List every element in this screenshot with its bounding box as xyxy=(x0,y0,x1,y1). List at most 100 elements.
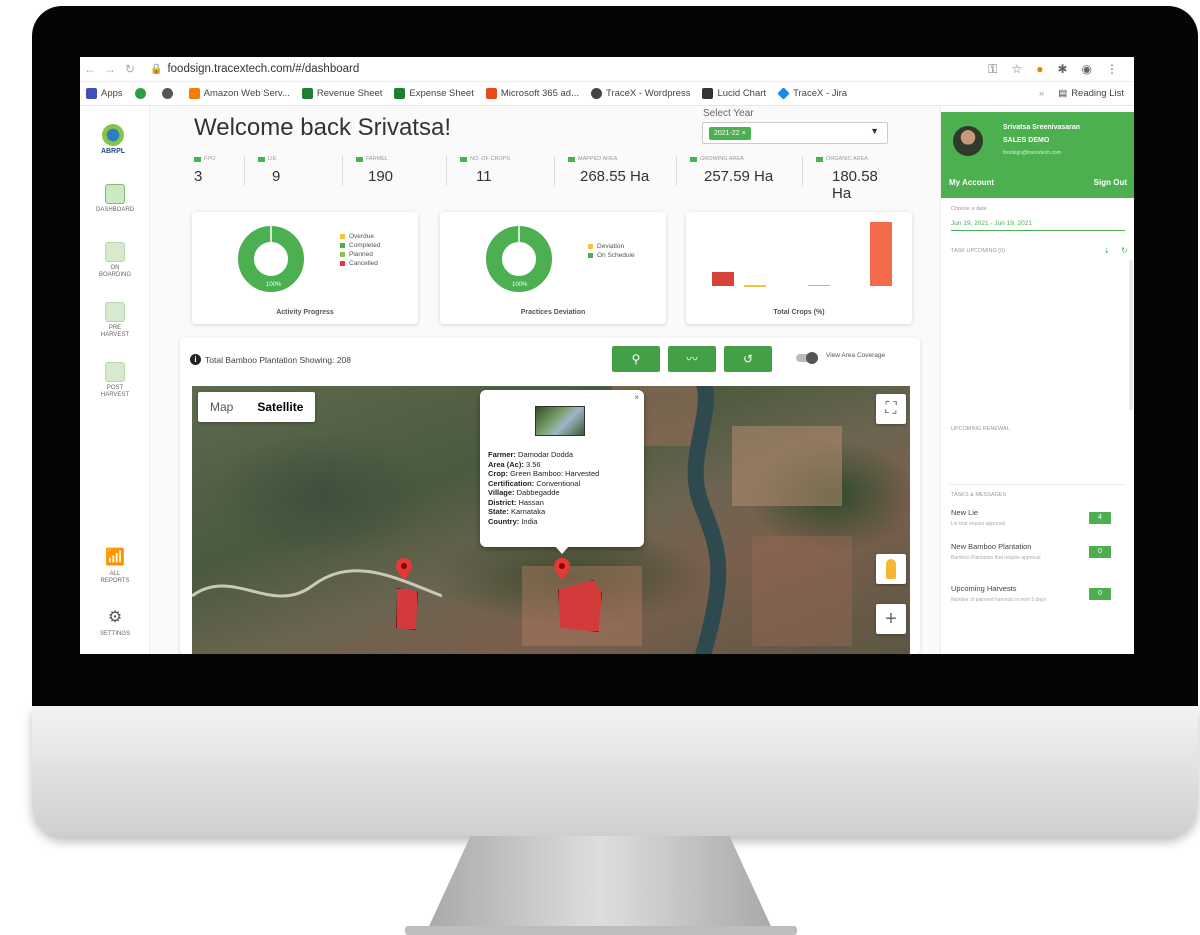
year-chip[interactable]: 2021-22 × xyxy=(709,127,751,140)
popup-area: Area (Ac): 3.56 xyxy=(488,459,541,469)
bookmark-green[interactable] xyxy=(134,88,150,99)
bookmark-ms365[interactable]: Microsoft 365 ad... xyxy=(485,88,579,99)
map-type-satellite[interactable]: Satellite xyxy=(245,392,315,422)
chart-button[interactable]: 〰 xyxy=(668,346,716,372)
bookmark-wordpress[interactable]: TraceX - Wordpress xyxy=(591,88,690,99)
bookmark-globe[interactable] xyxy=(161,88,177,99)
profile-icon[interactable]: ◉ xyxy=(1082,62,1092,77)
stat-value: 190 xyxy=(368,168,394,185)
farm-field xyxy=(732,426,842,506)
stat-fpo[interactable]: FPO 3 xyxy=(194,156,215,196)
legend-item: Planned xyxy=(340,250,380,259)
count-badge[interactable]: 0 xyxy=(1089,588,1111,600)
stat-value: 180.58 Ha xyxy=(832,168,878,202)
plantation-plot[interactable] xyxy=(558,580,602,632)
popup-village: Village: Dabbegadde xyxy=(488,488,560,497)
map-pin-icon[interactable] xyxy=(396,558,412,580)
date-range-input[interactable]: Jun 19, 2021 - Jun 19, 2021 xyxy=(951,220,1125,231)
scrollbar[interactable] xyxy=(1129,260,1133,410)
bookmark-apps[interactable]: Apps xyxy=(86,88,123,99)
stat-lie[interactable]: LIE 9 xyxy=(244,156,281,196)
history-button[interactable]: ↺ xyxy=(724,346,772,372)
task-new-lie[interactable]: New Lie xyxy=(951,508,978,517)
sidebar-item-onboarding[interactable]: ON BOARDING xyxy=(80,242,150,279)
zoom-in-button[interactable]: + xyxy=(876,604,906,634)
sidebar-item-label: SETTINGS xyxy=(99,631,130,637)
legend-swatch xyxy=(340,243,345,248)
satellite-map[interactable]: Map Satellite ⛶ + × Farmer: Damodar Dodd… xyxy=(192,386,910,654)
avatar[interactable] xyxy=(953,126,983,156)
sidebar-item-post-harvest[interactable]: POST HARVEST xyxy=(80,362,150,399)
legend-item: Overdue xyxy=(340,232,380,241)
sidebar-item-settings[interactable]: ⚙ SETTINGS xyxy=(80,608,150,638)
pegman-icon[interactable] xyxy=(876,554,906,584)
plantation-plot[interactable] xyxy=(396,588,418,630)
download-icon[interactable]: ⤓ xyxy=(1105,246,1109,256)
menu-icon[interactable]: ⋮ xyxy=(1106,62,1118,77)
key-icon[interactable]: ⚿ xyxy=(988,62,997,77)
stat-mapped-area[interactable]: MAPPED AREA 268.55 Ha xyxy=(554,156,649,196)
task-sub: Bamboo Plantation that require approval xyxy=(951,555,1041,561)
area-coverage-toggle[interactable] xyxy=(796,352,818,364)
legend-item: Cancelled xyxy=(340,259,380,268)
sidebar-item-pre-harvest[interactable]: PRE HARVEST xyxy=(80,302,150,339)
stat-farmer[interactable]: FARMEL 190 xyxy=(342,156,394,196)
map-section: i Total Bamboo Plantation Showing: 208 ⚲… xyxy=(180,338,920,654)
card-title: Activity Progress xyxy=(276,309,334,316)
green-circle-icon xyxy=(134,88,146,99)
chart-line-icon: 〰 xyxy=(685,352,698,366)
popup-district: District: Hassan xyxy=(488,497,544,507)
sidebar-item-all-reports[interactable]: 📶 ALL REPORTS xyxy=(80,548,150,585)
my-account-link[interactable]: My Account xyxy=(949,178,994,187)
extension-icon[interactable]: ● xyxy=(1036,62,1043,77)
reload-icon[interactable]: ↻ xyxy=(120,62,140,76)
back-icon[interactable]: ← xyxy=(80,62,100,76)
jira-icon xyxy=(777,87,790,100)
search-button[interactable]: ⚲ xyxy=(612,346,660,372)
sign-out-link[interactable]: Sign Out xyxy=(1094,178,1127,187)
bookmark-expense[interactable]: Expense Sheet xyxy=(394,88,474,99)
stat-value: 9 xyxy=(272,168,281,185)
refresh-icon[interactable]: ↻ xyxy=(1121,246,1128,255)
count-badge[interactable]: 4 xyxy=(1089,512,1111,524)
total-crops-card[interactable]: Total Crops (%) xyxy=(686,212,912,324)
extension-icons: ⚿ ☆ ● ✱ ◉ ⋮ xyxy=(988,62,1118,77)
close-icon[interactable]: × xyxy=(634,393,639,403)
fullscreen-button[interactable]: ⛶ xyxy=(876,394,906,424)
task-upcoming-harvests[interactable]: Upcoming Harvests xyxy=(951,584,1016,593)
monitor-stand xyxy=(425,836,775,935)
address-bar: ← → ↻ 🔒 foodsign.tracextech.com/#/dashboa… xyxy=(80,57,1134,82)
bookmark-revenue[interactable]: Revenue Sheet xyxy=(301,88,382,99)
forward-icon[interactable]: → xyxy=(100,62,120,76)
star-icon[interactable]: ☆ xyxy=(1011,62,1022,77)
practices-deviation-card[interactable]: 100% Deviation On Schedule Practices Dev… xyxy=(440,212,666,324)
bookmark-lucid[interactable]: Lucid Chart xyxy=(702,88,766,99)
year-select[interactable]: 2021-22 × ▼ xyxy=(702,122,888,144)
map-type-map[interactable]: Map xyxy=(198,392,245,422)
profile-header: Srivatsa Sreenivasaran SALES DEMO foodsi… xyxy=(941,112,1134,198)
url-field[interactable]: 🔒 foodsign.tracextech.com/#/dashboard xyxy=(150,63,359,75)
count-badge[interactable]: 0 xyxy=(1089,546,1111,558)
reading-list[interactable]: » ▤ Reading List xyxy=(1039,88,1124,99)
stat-icon xyxy=(460,156,467,162)
bookmarks-bar: Apps Amazon Web Serv... Revenue Sheet Ex… xyxy=(80,82,1134,106)
map-pin-icon[interactable] xyxy=(554,558,570,580)
lock-icon: 🔒 xyxy=(150,64,163,75)
stat-crops[interactable]: NO. OF CROPS 11 xyxy=(446,156,510,196)
popup-certification: Certification: Conventional xyxy=(488,478,581,488)
stat-icon xyxy=(690,156,697,162)
stat-label: LIE xyxy=(258,156,280,162)
stat-growing-area[interactable]: GROWING AREA 257.59 Ha xyxy=(676,156,773,196)
office-icon xyxy=(485,88,497,99)
stat-organic-area[interactable]: ORGANIC AREA 180.58 Ha xyxy=(802,156,894,202)
logo[interactable]: ABRPL xyxy=(95,124,131,155)
sidebar-item-dashboard[interactable]: DASHBOARD xyxy=(80,184,150,214)
bookmark-aws[interactable]: Amazon Web Serv... xyxy=(188,88,290,99)
bookmark-jira[interactable]: TraceX - Jira xyxy=(777,87,847,100)
fullscreen-icon: ⛶ xyxy=(885,400,897,417)
task-new-bamboo[interactable]: New Bamboo Plantation xyxy=(951,542,1031,551)
puzzle-icon[interactable]: ✱ xyxy=(1057,62,1067,77)
sidebar-item-label: POST HARVEST xyxy=(100,385,130,398)
activity-progress-card[interactable]: 100% Overdue Completed Planned Cancelled… xyxy=(192,212,418,324)
deviation-donut: 100% xyxy=(486,226,552,292)
